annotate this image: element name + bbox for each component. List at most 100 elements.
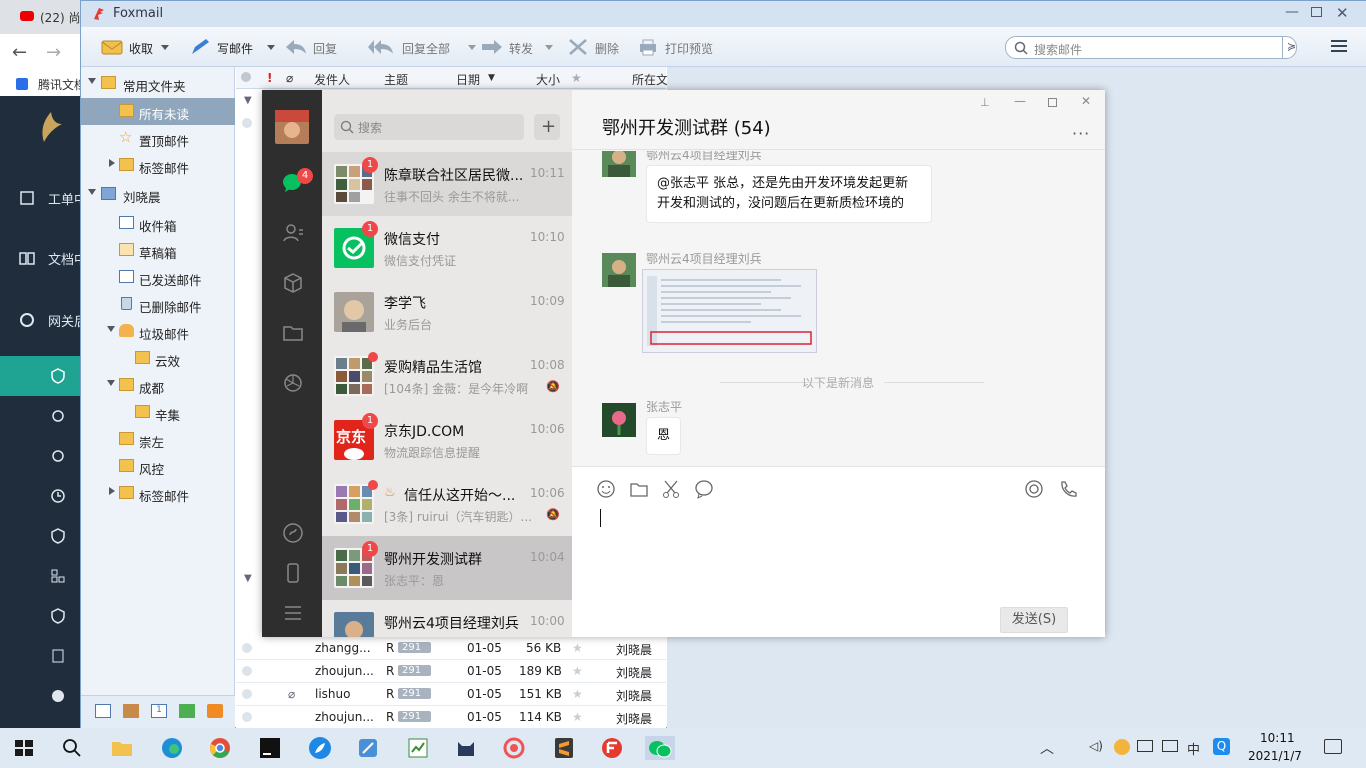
network-icon[interactable] xyxy=(1137,740,1153,752)
search-options-chevron-icon[interactable]: ≽ xyxy=(1287,40,1296,53)
app-icon[interactable] xyxy=(356,736,380,760)
group-collapse-icon[interactable]: ▼ xyxy=(244,95,252,106)
web-nav-active[interactable] xyxy=(0,356,82,396)
folder-deleted[interactable]: 已删除邮件 xyxy=(81,291,235,318)
compass-icon[interactable] xyxy=(50,688,66,704)
account-liu[interactable]: 刘晓晨 xyxy=(81,181,235,208)
web-nav-docs[interactable]: 文档中 xyxy=(0,238,82,278)
q-app-icon[interactable]: Q xyxy=(1213,738,1230,755)
delete-button[interactable]: 删除 xyxy=(567,37,627,59)
receive-button[interactable]: 收取 xyxy=(101,37,171,59)
forward-button[interactable]: 转发 xyxy=(481,37,553,59)
col-folder[interactable]: 所在文 xyxy=(632,71,668,88)
star-icon[interactable]: ★ xyxy=(572,687,583,701)
chat-item[interactable]: 京东 1 京东JD.COM 10:06 物流跟踪信息提醒 xyxy=(322,408,572,472)
windows-start-icon[interactable] xyxy=(12,736,36,760)
folder-all-unread[interactable]: 所有未读 xyxy=(81,98,235,125)
list-icon[interactable] xyxy=(50,648,66,664)
folder-xinji[interactable]: 辛集 xyxy=(81,399,235,426)
screenshot-image[interactable] xyxy=(642,269,817,353)
folder-drafts[interactable]: 草稿箱 xyxy=(81,237,235,264)
close-button[interactable]: ✕ xyxy=(1336,4,1349,22)
chat-item[interactable]: 1 陈章联合社区居民微... 10:11 往事不回头 余生不将就... xyxy=(322,152,572,216)
close-button[interactable]: ✕ xyxy=(1081,94,1091,108)
pin-icon[interactable]: ⊥ xyxy=(980,96,990,109)
forward-arrow-icon[interactable]: → xyxy=(46,42,61,63)
avatar[interactable] xyxy=(602,151,636,177)
intellij-icon[interactable] xyxy=(258,736,282,760)
chat-item-selected[interactable]: 1 鄂州开发测试群 10:04 张志平：恩 xyxy=(322,536,572,600)
text-cursor[interactable] xyxy=(600,509,601,527)
col-subject[interactable]: 主题 xyxy=(384,71,408,88)
folder-junk[interactable]: 垃圾邮件 xyxy=(81,318,235,345)
table-row[interactable]: zhoujun... R 291 01-05 189 KB ★ 刘晓晨 xyxy=(236,660,666,683)
notes-icon[interactable] xyxy=(179,704,195,718)
star-icon[interactable]: ★ xyxy=(572,641,583,655)
maximize-button[interactable] xyxy=(1048,98,1057,107)
scissors-icon[interactable] xyxy=(661,479,681,499)
tray-chevron-up-icon[interactable]: ︿ xyxy=(1040,738,1054,758)
shield-icon[interactable] xyxy=(50,608,66,624)
mail-search-input[interactable]: 搜索邮件 xyxy=(1034,41,1082,58)
phone-icon[interactable] xyxy=(282,562,304,584)
folder-inbox[interactable]: 收件箱 xyxy=(81,210,235,237)
table-row[interactable]: ⌀ lishuo R 291 01-05 151 KB ★ 刘晓晨 xyxy=(236,683,666,706)
more-icon[interactable]: ··· xyxy=(1072,124,1090,143)
moments-icon[interactable] xyxy=(282,372,304,394)
bookmark-tencent-docs[interactable]: 腾讯文档 xyxy=(38,76,82,93)
menu-icon[interactable] xyxy=(1331,39,1347,53)
avatar[interactable] xyxy=(602,403,636,437)
search-icon[interactable] xyxy=(60,736,84,760)
chat-item[interactable]: ♨ 信任从这开始～... 10:06 [3条] ruirui（汽车钥匙）... … xyxy=(322,472,572,536)
favorites-cube-icon[interactable] xyxy=(282,272,304,294)
snail-app-icon[interactable] xyxy=(502,736,526,760)
folder-tagged[interactable]: 标签邮件 xyxy=(81,152,235,179)
grid-icon[interactable] xyxy=(50,568,66,584)
message-bubble[interactable]: 恩 xyxy=(646,417,682,455)
clock-time[interactable]: 10:11 xyxy=(1260,731,1295,745)
live-icon[interactable] xyxy=(1024,479,1044,499)
add-chat-button[interactable]: + xyxy=(534,114,560,140)
menu-icon[interactable] xyxy=(282,602,304,624)
message-bubble[interactable]: @张志平 张总，还是先由开发环境发起更新开发和测试的，没问题后在更新质检环境的 xyxy=(646,165,932,223)
print-preview-button[interactable]: 打印预览 xyxy=(637,37,727,59)
table-row[interactable]: zhangg... R 291 01-05 56 KB ★ 刘晓晨 xyxy=(236,637,666,660)
rss-icon[interactable] xyxy=(207,704,223,718)
folder-chengdu[interactable]: 成都 xyxy=(81,372,235,399)
compose-button[interactable]: 写邮件 xyxy=(189,37,275,59)
folder-yunxiao[interactable]: 云效 xyxy=(81,345,235,372)
clock-icon[interactable] xyxy=(50,488,66,504)
col-sender[interactable]: 发件人 xyxy=(314,71,350,88)
mail-search-box[interactable]: 搜索邮件 ≽ xyxy=(1005,36,1297,59)
col-size[interactable]: 大小 xyxy=(536,71,560,88)
contacts-icon[interactable] xyxy=(123,704,139,718)
folder-pinned[interactable]: ☆ 置顶邮件 xyxy=(81,125,235,152)
mini-program-icon[interactable] xyxy=(282,522,304,544)
mail-icon[interactable] xyxy=(95,704,111,718)
col-date[interactable]: 日期 xyxy=(456,71,480,88)
chat-item[interactable]: 爱购精品生活馆 10:08 [104条] 金薇：是今年冷啊 🔕 xyxy=(322,344,572,408)
emoji-icon[interactable] xyxy=(596,479,616,499)
weather-icon[interactable] xyxy=(1114,739,1130,755)
settings-icon[interactable] xyxy=(50,448,66,464)
shield-icon[interactable] xyxy=(50,528,66,544)
settings-icon[interactable] xyxy=(50,408,66,424)
foxmail-taskbar-icon[interactable] xyxy=(600,736,624,760)
edge-browser-icon[interactable] xyxy=(160,736,184,760)
folder-risk-control[interactable]: 风控 xyxy=(81,453,235,480)
cat-app-icon[interactable] xyxy=(454,736,478,760)
minimize-button[interactable]: — xyxy=(1285,4,1299,20)
contacts-icon[interactable] xyxy=(282,222,304,244)
back-arrow-icon[interactable]: ← xyxy=(12,42,27,63)
ime-indicator[interactable]: 中 xyxy=(1187,739,1200,758)
file-explorer-icon[interactable] xyxy=(110,736,134,760)
maximize-button[interactable] xyxy=(1311,7,1322,17)
folder-tagged-2[interactable]: 标签邮件 xyxy=(81,480,235,507)
avatar[interactable] xyxy=(602,253,636,287)
avatar[interactable] xyxy=(275,110,309,144)
group-collapse-icon[interactable]: ▼ xyxy=(244,573,252,584)
chrome-icon[interactable] xyxy=(208,736,232,760)
chat-search-box[interactable]: 搜索 xyxy=(334,114,524,140)
minimize-button[interactable]: — xyxy=(1014,94,1026,108)
display-icon[interactable] xyxy=(1162,740,1178,752)
